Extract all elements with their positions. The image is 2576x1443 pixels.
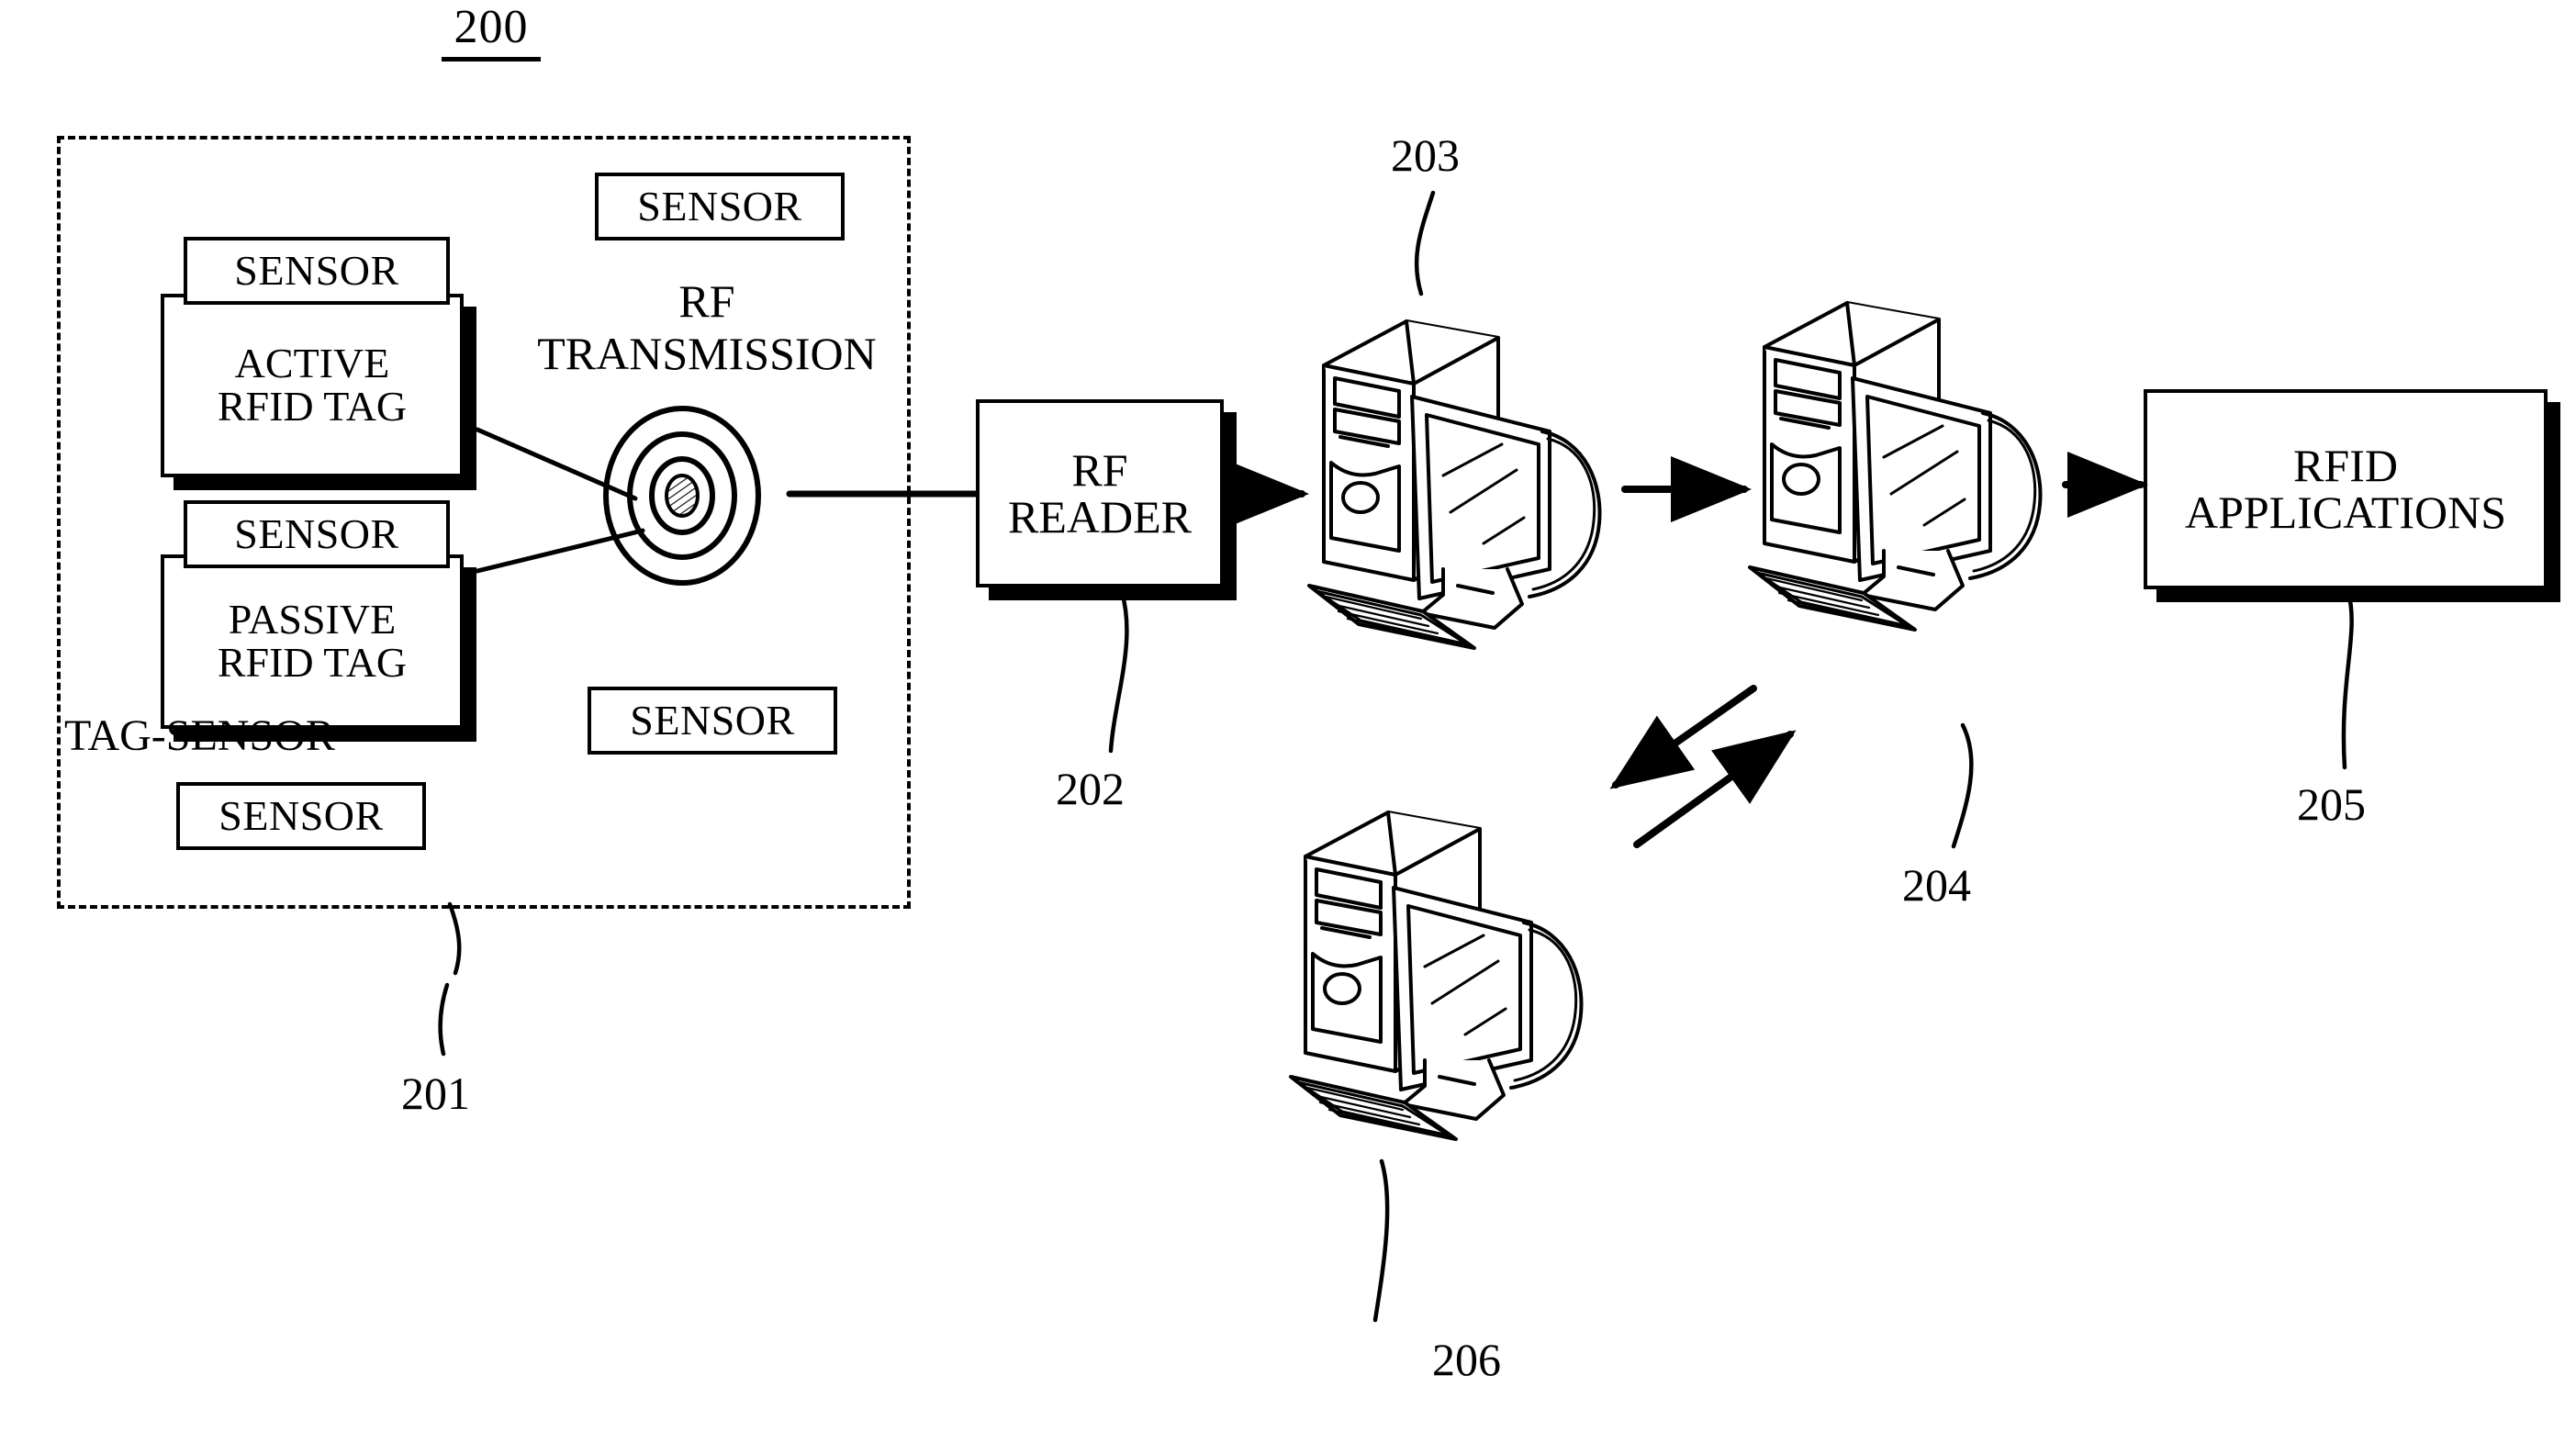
figure-number: 200	[418, 0, 565, 62]
rf-transmission-line2: TRANSMISSION	[537, 328, 877, 379]
rfid-applications-line1: RFID	[2293, 440, 2398, 491]
reference-numeral-203: 203	[1391, 129, 1460, 181]
rf-reader-line1: RF	[1071, 443, 1128, 496]
sensor-box-mid-right: SENSOR	[588, 687, 837, 755]
reference-numeral-205: 205	[2297, 778, 2366, 830]
active-rfid-tag-line2: RFID TAG	[217, 383, 408, 430]
computer-icon-203	[1304, 294, 1634, 661]
tag-sensor-caption: TAG-SENSOR	[64, 711, 335, 760]
figure-number-underline	[442, 57, 541, 62]
computer-icon-204	[1744, 275, 2075, 643]
leader-201-b	[438, 982, 450, 1057]
leader-206	[1372, 1158, 1390, 1323]
reference-numeral-204: 204	[1902, 859, 1971, 911]
passive-rfid-tag-line1: PASSIVE	[228, 596, 397, 643]
sensor-box-top-right: SENSOR	[595, 173, 845, 240]
rf-transmission-line1: RF	[678, 275, 735, 327]
rfid-applications-box: RFID APPLICATIONS	[2144, 389, 2548, 589]
leader-205	[2341, 589, 2354, 770]
arrow-computer204-to-computer206	[1609, 685, 1757, 789]
rf-reader-line2: READER	[1008, 490, 1192, 543]
rf-transmission-icon	[577, 390, 788, 601]
computer-icon-206	[1285, 785, 1616, 1152]
sensor-box-bottom-left: SENSOR	[176, 782, 426, 850]
patent-figure-200: 200 SENSOR SENSOR SENSOR ACTIVE RFID TAG…	[0, 0, 2576, 1443]
leader-202	[1108, 589, 1129, 754]
reference-numeral-201: 201	[401, 1068, 470, 1119]
passive-rfid-tag-line2: RFID TAG	[217, 639, 408, 686]
reference-numeral-202: 202	[1056, 763, 1125, 814]
leader-203	[1414, 190, 1436, 296]
rf-reader-box: RF READER	[976, 399, 1224, 587]
leader-204	[1951, 722, 1974, 849]
figure-number-text: 200	[454, 1, 529, 53]
active-rfid-tag-line1: ACTIVE	[234, 340, 390, 387]
arrow-computer206-to-computer204	[1633, 730, 1797, 848]
rfid-applications-line2: APPLICATIONS	[2184, 487, 2507, 538]
active-tag-sensor-box: SENSOR	[184, 237, 450, 305]
passive-rfid-tag-box: PASSIVE RFID TAG	[161, 554, 464, 729]
reference-numeral-206: 206	[1432, 1334, 1501, 1385]
active-rfid-tag-box: ACTIVE RFID TAG	[161, 294, 464, 477]
leader-201-a	[447, 901, 462, 976]
passive-tag-sensor-box: SENSOR	[184, 500, 450, 568]
rf-transmission-label: RF TRANSMISSION	[459, 275, 955, 380]
